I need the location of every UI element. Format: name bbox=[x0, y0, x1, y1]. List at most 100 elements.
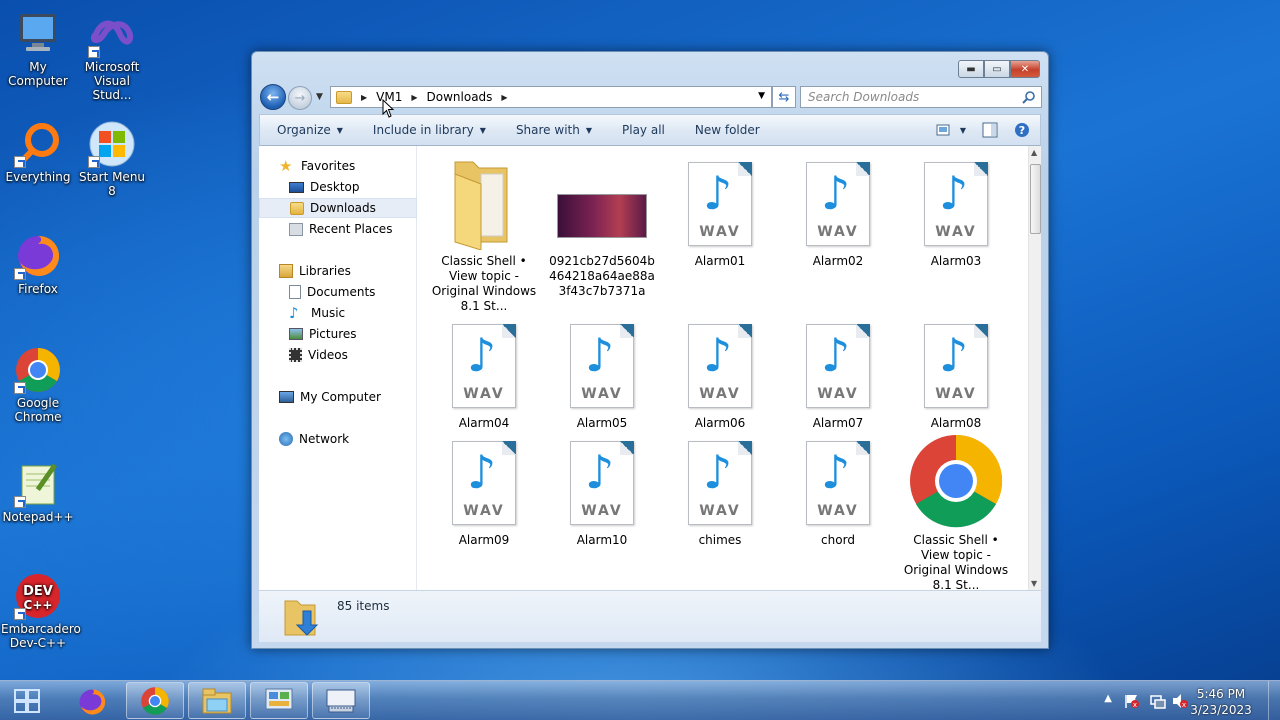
breadcrumb-downloads[interactable]: Downloads bbox=[427, 90, 493, 104]
nav-libraries[interactable]: Libraries bbox=[259, 261, 417, 281]
clock[interactable]: 5:46 PM 3/23/2023 bbox=[1186, 686, 1256, 718]
file-name: chimes bbox=[698, 533, 742, 547]
desktop-icon-visual-studio[interactable]: Microsoft Visual Stud... bbox=[75, 10, 149, 102]
change-view-button[interactable]: ▼ bbox=[936, 123, 966, 137]
nav-documents[interactable]: Documents bbox=[259, 282, 417, 302]
desktop-icon-my-computer[interactable]: My Computer bbox=[1, 10, 75, 88]
file-item-wav[interactable]: ♪ WAV Alarm09 bbox=[429, 433, 539, 548]
file-item-image[interactable]: 0921cb27d5604b464218a64ae88a3f43c7b7371a bbox=[547, 154, 657, 299]
help-icon[interactable]: ? bbox=[1014, 122, 1030, 138]
wav-file-icon: ♪ WAV bbox=[806, 162, 870, 246]
desktop-icon-label: Firefox bbox=[18, 282, 58, 296]
desktop-icon-start-menu-8[interactable]: Start Menu 8 bbox=[75, 120, 149, 198]
desktop-icon-dev-cpp[interactable]: DEV C++ Embarcadero Dev-C++ bbox=[1, 572, 81, 650]
address-bar[interactable]: ▶ VM1 ▶ Downloads ▶ ▼ bbox=[330, 86, 772, 108]
documents-icon bbox=[289, 285, 301, 299]
file-item-wav[interactable]: ♪ WAV Alarm02 bbox=[783, 154, 893, 269]
show-desktop-button[interactable] bbox=[1268, 681, 1280, 720]
taskbar-chrome[interactable] bbox=[126, 682, 184, 719]
file-name: Alarm07 bbox=[812, 416, 864, 430]
breadcrumb-separator-icon[interactable]: ▶ bbox=[501, 93, 507, 102]
forward-button[interactable]: → bbox=[288, 86, 312, 110]
notepad-plus-plus-icon bbox=[14, 460, 62, 508]
scroll-up-arrow[interactable]: ▲ bbox=[1031, 148, 1037, 157]
play-all-button[interactable]: Play all bbox=[622, 123, 665, 137]
file-item-wav[interactable]: ♪ WAV chimes bbox=[665, 433, 775, 548]
maximize-button[interactable]: ▭ bbox=[984, 60, 1010, 78]
file-item-wav[interactable]: ♪ WAV Alarm07 bbox=[783, 316, 893, 431]
nav-favorites[interactable]: ★ Favorites bbox=[259, 156, 417, 176]
firefox-icon bbox=[79, 689, 106, 715]
svg-text:x: x bbox=[1133, 701, 1137, 709]
back-button[interactable]: ← bbox=[260, 84, 286, 110]
nav-music[interactable]: ♪ Music bbox=[259, 303, 417, 323]
taskbar-file-explorer[interactable] bbox=[188, 682, 246, 719]
recent-pages-dropdown[interactable]: ▼ bbox=[316, 92, 323, 102]
taskbar-control-panel[interactable] bbox=[250, 682, 308, 719]
desktop-icon-google-chrome[interactable]: Google Chrome bbox=[1, 346, 75, 424]
action-center-flag-icon[interactable]: x bbox=[1124, 693, 1140, 709]
scroll-thumb[interactable] bbox=[1030, 164, 1041, 234]
desktop-icon-everything[interactable]: Everything bbox=[1, 120, 75, 184]
nav-desktop-label: Desktop bbox=[310, 180, 360, 194]
explorer-window[interactable]: ▬ ▭ ✕ ← → ▼ ▶ VM1 ▶ Downloads ▶ ▼ ⇆ Sear… bbox=[251, 51, 1049, 649]
breadcrumb-separator-icon: ▶ bbox=[361, 92, 368, 102]
vertical-scrollbar[interactable]: ▲ ▼ bbox=[1028, 146, 1041, 590]
taskbar-firefox[interactable] bbox=[66, 685, 118, 719]
nav-pictures[interactable]: Pictures bbox=[259, 324, 417, 344]
everything-search-icon bbox=[14, 120, 62, 168]
file-item-wav[interactable]: ♪ WAV Alarm10 bbox=[547, 433, 657, 548]
view-icon bbox=[936, 124, 950, 136]
videos-icon bbox=[289, 348, 302, 362]
nav-network[interactable]: Network bbox=[259, 429, 417, 449]
desktop-icon-label: Microsoft Visual Stud... bbox=[84, 60, 140, 102]
search-box[interactable]: Search Downloads bbox=[800, 86, 1042, 108]
file-item-folder[interactable]: Classic Shell • View topic - Original Wi… bbox=[429, 154, 539, 314]
desktop-icon-firefox[interactable]: Firefox bbox=[1, 232, 75, 296]
nav-videos[interactable]: Videos bbox=[259, 345, 417, 365]
file-item-wav[interactable]: ♪ WAV chord bbox=[783, 433, 893, 548]
network-tray-icon[interactable] bbox=[1150, 693, 1166, 709]
refresh-button[interactable]: ⇆ bbox=[772, 86, 796, 108]
network-icon bbox=[279, 432, 293, 446]
nav-recent-places[interactable]: Recent Places bbox=[259, 219, 417, 239]
file-list: Classic Shell • View topic - Original Wi… bbox=[419, 146, 1029, 590]
nav-desktop[interactable]: Desktop bbox=[259, 177, 417, 197]
address-dropdown[interactable]: ▼ bbox=[758, 91, 765, 101]
show-hidden-icons-button[interactable]: ▲ bbox=[1104, 693, 1112, 704]
scroll-down-arrow[interactable]: ▼ bbox=[1031, 579, 1037, 588]
desktop-icon-notepad-plus-plus[interactable]: Notepad++ bbox=[1, 460, 75, 524]
share-with-menu[interactable]: Share with ▼ bbox=[516, 123, 592, 137]
file-name: 0921cb27d5604b464218a64ae88a3f43c7b7371a bbox=[549, 254, 655, 298]
file-item-wav[interactable]: ♪ WAV Alarm08 bbox=[901, 316, 1011, 431]
close-button[interactable]: ✕ bbox=[1010, 60, 1040, 78]
nav-network-label: Network bbox=[299, 432, 350, 446]
desktop-icon-label: Notepad++ bbox=[2, 510, 74, 524]
nav-my-computer[interactable]: My Computer bbox=[259, 387, 417, 407]
mouse-cursor-icon bbox=[382, 99, 395, 118]
file-item-wav[interactable]: ♪ WAV Alarm03 bbox=[901, 154, 1011, 269]
recent-places-icon bbox=[289, 222, 303, 236]
nav-downloads[interactable]: Downloads bbox=[259, 198, 417, 218]
svg-text:C++: C++ bbox=[24, 598, 53, 612]
file-item-chrome[interactable]: Classic Shell • View topic - Original Wi… bbox=[901, 433, 1011, 590]
include-in-library-menu[interactable]: Include in library ▼ bbox=[373, 123, 486, 137]
computer-icon bbox=[14, 10, 62, 58]
taskbar-on-screen-keyboard[interactable] bbox=[312, 682, 370, 719]
control-panel-icon bbox=[265, 688, 293, 709]
breadcrumb-separator-icon[interactable]: ▶ bbox=[411, 93, 417, 102]
windows-orb-icon bbox=[88, 120, 136, 168]
minimize-button[interactable]: ▬ bbox=[958, 60, 984, 78]
file-name: Alarm02 bbox=[812, 254, 864, 268]
nav-pictures-label: Pictures bbox=[309, 327, 357, 341]
new-folder-button[interactable]: New folder bbox=[695, 123, 760, 137]
preview-pane-icon[interactable] bbox=[982, 122, 998, 138]
file-item-wav[interactable]: ♪ WAV Alarm06 bbox=[665, 316, 775, 431]
search-icon[interactable] bbox=[1022, 90, 1036, 107]
start-button[interactable] bbox=[0, 681, 54, 720]
file-item-wav[interactable]: ♪ WAV Alarm05 bbox=[547, 316, 657, 431]
file-item-wav[interactable]: ♪ WAV Alarm01 bbox=[665, 154, 775, 269]
file-item-wav[interactable]: ♪ WAV Alarm04 bbox=[429, 316, 539, 431]
desktop-icon-label: Everything bbox=[5, 170, 71, 184]
organize-menu[interactable]: Organize ▼ bbox=[277, 123, 343, 137]
